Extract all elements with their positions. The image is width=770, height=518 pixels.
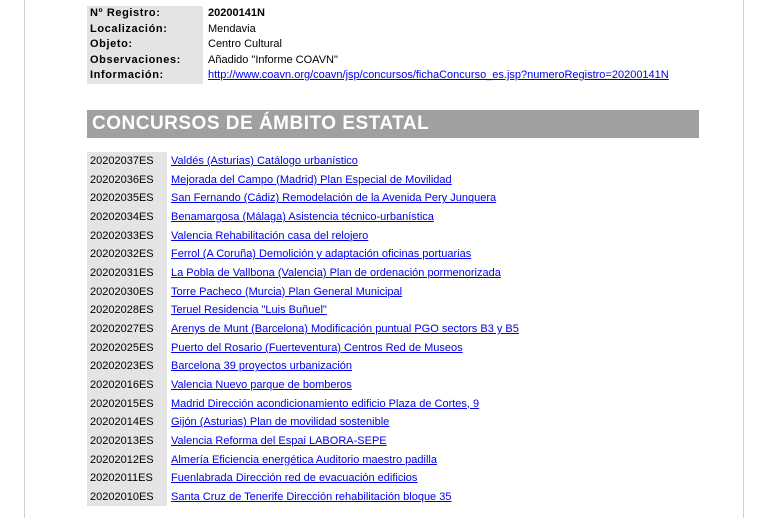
contest-row: 20202012ES Almería Eficiencia energética … <box>87 450 519 470</box>
registro-informacion-link[interactable]: http://www.coavn.org/coavn/jsp/concursos… <box>208 69 669 81</box>
contest-link[interactable]: Barcelona 39 proyectos urbanización <box>171 360 352 372</box>
contest-title-cell: Madrid Dirección acondicionamiento edifi… <box>167 395 519 414</box>
contest-row: 20202028ES Teruel Residencia "Luis Buñuel… <box>87 301 519 320</box>
contest-title-cell: La Pobla de Vallbona (Valencia) Plan de … <box>167 264 519 283</box>
contest-code: 20202013ES <box>87 431 167 451</box>
contest-code: 20202031ES <box>87 263 167 283</box>
contest-link[interactable]: Torre Pacheco (Murcia) Plan General Muni… <box>171 286 402 298</box>
contest-title-cell: Valdés (Asturias) Catálogo urbanístico <box>167 152 519 171</box>
section-title-estatal: CONCURSOS DE ÁMBITO ESTATAL <box>87 110 699 138</box>
contest-link[interactable]: Valdés (Asturias) Catálogo urbanístico <box>171 155 358 167</box>
contest-title-cell: San Fernando (Cádiz) Remodelación de la … <box>167 189 519 208</box>
contest-title-cell: Ferrol (A Coruña) Demolición y adaptació… <box>167 245 519 264</box>
contest-row: 20202013ES Valencia Reforma del Espai LAB… <box>87 431 519 451</box>
contest-code: 20202034ES <box>87 207 167 227</box>
contest-row: 20202011ES Fuenlabrada Dirección red de e… <box>87 469 519 488</box>
contest-link[interactable]: Valencia Rehabilitación casa del relojer… <box>171 230 368 242</box>
contest-code: 20202012ES <box>87 450 167 470</box>
contest-row: 20202031ES La Pobla de Vallbona (Valencia… <box>87 263 519 283</box>
contest-link[interactable]: San Fernando (Cádiz) Remodelación de la … <box>171 192 496 204</box>
registro-objeto-label: Objeto: <box>87 37 203 53</box>
registro-row-informacion: Información: http://www.coavn.org/coavn/… <box>87 68 672 84</box>
contest-title-cell: Puerto del Rosario (Fuerteventura) Centr… <box>167 339 519 358</box>
contest-link[interactable]: Gijón (Asturias) Plan de movilidad soste… <box>171 416 389 428</box>
contest-row: 20202032ES Ferrol (A Coruña) Demolición y… <box>87 245 519 264</box>
contest-link[interactable]: Benamargosa (Málaga) Asistencia técnico-… <box>171 211 434 223</box>
contest-row: 20202030ES Torre Pacheco (Murcia) Plan Ge… <box>87 282 519 302</box>
contest-code: 20202036ES <box>87 170 167 190</box>
contest-code: 20202016ES <box>87 375 167 395</box>
contest-row: 20202036ES Mejorada del Campo (Madrid) Pl… <box>87 170 519 190</box>
contest-row: 20202015ES Madrid Dirección acondicionami… <box>87 394 519 414</box>
registro-objeto-value: Centro Cultural <box>208 38 282 50</box>
contest-title-cell: Fuenlabrada Dirección red de evacuación … <box>167 469 519 488</box>
contest-row: 20202037ES Valdés (Asturias) Catálogo urb… <box>87 152 519 171</box>
contest-code: 20202025ES <box>87 338 167 358</box>
registro-localizacion-label: Localización: <box>87 21 203 37</box>
registro-row-localizacion: Localización: Mendavia <box>87 21 672 37</box>
contest-link[interactable]: Valencia Reforma del Espai LABORA-SEPE <box>171 435 387 447</box>
contest-row: 20202014ES Gijón (Asturias) Plan de movil… <box>87 413 519 432</box>
registro-row-numero: Nº Registro: 20200141N <box>87 6 672 22</box>
contest-row: 20202035ES San Fernando (Cádiz) Remodelac… <box>87 189 519 208</box>
registro-numero-value: 20200141N <box>208 7 265 19</box>
contest-list: 20202037ES Valdés (Asturias) Catálogo urb… <box>87 152 519 507</box>
contest-code: 20202011ES <box>87 469 167 488</box>
contest-link[interactable]: Mejorada del Campo (Madrid) Plan Especia… <box>171 174 452 186</box>
registro-observaciones-label: Observaciones: <box>87 52 203 68</box>
contest-code: 20202032ES <box>87 245 167 264</box>
contest-link[interactable]: Fuenlabrada Dirección red de evacuación … <box>171 472 417 484</box>
contest-title-cell: Barcelona 39 proyectos urbanización <box>167 357 519 376</box>
contest-title-cell: Torre Pacheco (Murcia) Plan General Muni… <box>167 283 519 302</box>
contest-link[interactable]: Puerto del Rosario (Fuerteventura) Centr… <box>171 342 463 354</box>
contest-title-cell: Gijón (Asturias) Plan de movilidad soste… <box>167 413 519 432</box>
contest-row: 20202027ES Arenys de Munt (Barcelona) Mod… <box>87 319 519 339</box>
contest-code: 20202035ES <box>87 189 167 208</box>
contest-title-cell: Arenys de Munt (Barcelona) Modificación … <box>167 320 519 339</box>
contest-code: 20202028ES <box>87 301 167 320</box>
contest-title-cell: Almería Eficiencia energética Auditorio … <box>167 451 519 470</box>
contest-code: 20202027ES <box>87 319 167 339</box>
contest-title-cell: Benamargosa (Málaga) Asistencia técnico-… <box>167 208 519 227</box>
contest-title-cell: Valencia Reforma del Espai LABORA-SEPE <box>167 432 519 451</box>
registro-numero-label: Nº Registro: <box>87 6 203 22</box>
contest-title-cell: Valencia Rehabilitación casa del relojer… <box>167 227 519 246</box>
contest-title-cell: Mejorada del Campo (Madrid) Plan Especia… <box>167 171 519 190</box>
contest-link[interactable]: Teruel Residencia "Luis Buñuel" <box>171 304 327 316</box>
registro-row-observaciones: Observaciones: Añadido "Informe COAVN" <box>87 52 672 68</box>
contest-code: 20202015ES <box>87 394 167 414</box>
contest-link[interactable]: Ferrol (A Coruña) Demolición y adaptació… <box>171 248 471 260</box>
contest-link[interactable]: Arenys de Munt (Barcelona) Modificación … <box>171 323 519 335</box>
contest-title-cell: Santa Cruz de Tenerife Dirección rehabil… <box>167 488 519 507</box>
registro-informacion-cell: http://www.coavn.org/coavn/jsp/concursos… <box>203 68 672 84</box>
registro-informacion-label: Información: <box>87 68 203 84</box>
contest-code: 20202030ES <box>87 282 167 302</box>
contest-code: 20202010ES <box>87 487 167 507</box>
contest-row: 20202034ES Benamargosa (Málaga) Asistenci… <box>87 207 519 227</box>
contest-row: 20202010ES Santa Cruz de Tenerife Direcci… <box>87 487 519 507</box>
contest-row: 20202023ES Barcelona 39 proyectos urbaniz… <box>87 357 519 376</box>
contest-link[interactable]: La Pobla de Vallbona (Valencia) Plan de … <box>171 267 501 279</box>
contest-title-cell: Valencia Nuevo parque de bomberos <box>167 376 519 395</box>
contest-link[interactable]: Almería Eficiencia energética Auditorio … <box>171 454 437 466</box>
registro-localizacion-value: Mendavia <box>208 22 256 35</box>
contest-row: 20202016ES Valencia Nuevo parque de bombe… <box>87 375 519 395</box>
registro-row-objeto: Objeto: Centro Cultural <box>87 37 672 53</box>
contest-link[interactable]: Santa Cruz de Tenerife Dirección rehabil… <box>171 491 451 503</box>
contest-code: 20202037ES <box>87 152 167 171</box>
contest-row: 20202033ES Valencia Rehabilitación casa d… <box>87 226 519 246</box>
contest-row: 20202025ES Puerto del Rosario (Fuertevent… <box>87 338 519 358</box>
contest-title-cell: Teruel Residencia "Luis Buñuel" <box>167 301 519 320</box>
contest-link[interactable]: Valencia Nuevo parque de bomberos <box>171 379 352 391</box>
contest-code: 20202014ES <box>87 413 167 432</box>
registro-observaciones-value: Añadido "Informe COAVN" <box>208 53 338 66</box>
contest-code: 20202033ES <box>87 226 167 246</box>
registro-info-table: Nº Registro: 20200141N Localización: Men… <box>87 6 672 84</box>
contest-link[interactable]: Madrid Dirección acondicionamiento edifi… <box>171 398 479 410</box>
contest-code: 20202023ES <box>87 357 167 376</box>
